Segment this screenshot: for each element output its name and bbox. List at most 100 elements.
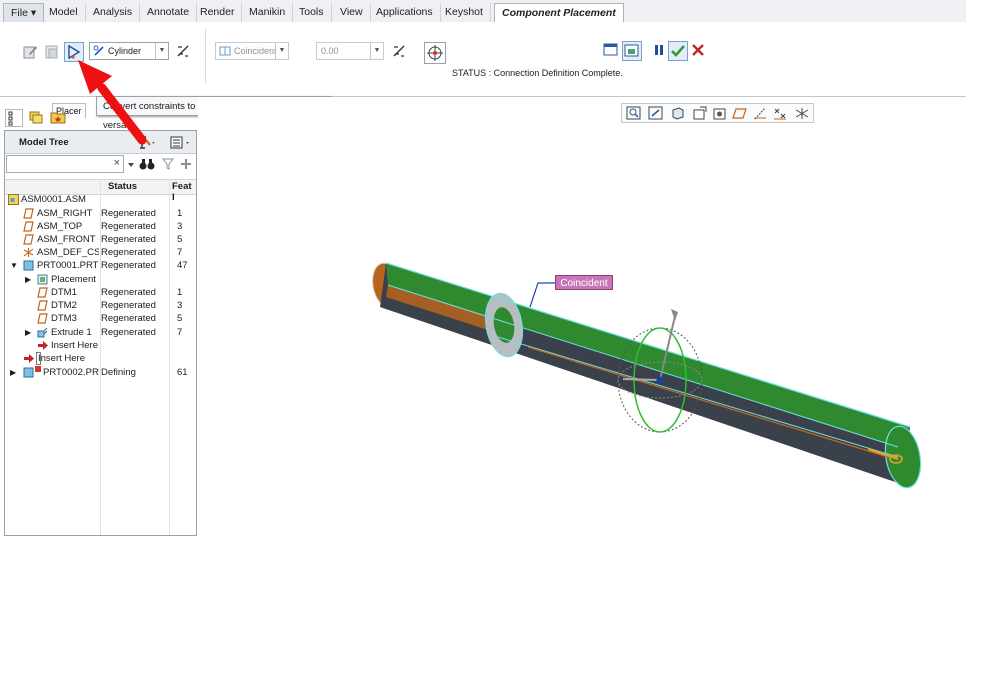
shaft-edge-mid — [387, 284, 899, 448]
pause-icon — [655, 45, 663, 55]
tree-row-asm0001[interactable]: ASM0001.ASM — [5, 193, 196, 206]
navigator-panel: Model Tree × Status Feat I ASM0001.ASM A… — [4, 108, 198, 536]
cancel-button[interactable] — [689, 41, 709, 61]
expand-right-icon[interactable]: ▶ — [25, 273, 31, 286]
tree-item-label: Insert Here — [51, 340, 98, 351]
tree-item-feat: 5 — [177, 313, 183, 324]
coordinate-system-icon — [23, 248, 34, 257]
connection-type-select[interactable]: Cylinder ▼ — [89, 42, 169, 60]
tree-row-prt0001[interactable]: ▼ PRT0001.PRT Regenerated 47 — [5, 259, 196, 272]
tree-item-label: Insert Here — [36, 352, 85, 365]
menu-applications[interactable]: Applications — [369, 3, 441, 22]
menu-analysis[interactable]: Analysis — [86, 3, 141, 22]
offset-value: 0.00 — [321, 46, 339, 56]
coincident-constraint-label[interactable]: Coincident — [555, 275, 613, 290]
tab-component-placement[interactable]: Component Placement — [494, 3, 624, 23]
offset-value-select[interactable]: 0.00 ▼ — [316, 42, 384, 60]
menu-model[interactable]: Model — [42, 3, 86, 22]
expand-right-icon[interactable]: ▶ — [25, 326, 31, 339]
menu-annotate[interactable]: Annotate — [140, 3, 198, 22]
datum-plane-icon — [23, 208, 34, 219]
model-tree-tab[interactable] — [5, 109, 23, 127]
graphics-window[interactable]: Coincident — [198, 97, 966, 536]
menu-tools[interactable]: Tools — [292, 3, 332, 22]
show-menu-icon[interactable] — [169, 135, 193, 150]
find-binoculars-icon[interactable] — [139, 157, 155, 171]
tree-row-dtm1[interactable]: DTM1 Regenerated 1 — [5, 286, 196, 299]
model-tree: Model Tree × Status Feat I ASM0001.ASM A… — [4, 130, 197, 536]
assembly-window-button[interactable] — [622, 41, 642, 61]
tree-row-insert-here-asm[interactable]: Insert Here — [5, 352, 196, 365]
tree-row-asm-right[interactable]: ASM_RIGHT Regenerated 1 — [5, 207, 196, 220]
insert-arrow-icon — [38, 341, 48, 350]
model-tree-title: Model Tree — [19, 137, 69, 148]
flip-connection-button[interactable] — [174, 42, 194, 62]
tree-item-label: ASM0001.ASM — [21, 194, 86, 205]
expand-down-icon[interactable]: ▼ — [10, 259, 18, 272]
filter-icon[interactable] — [162, 158, 174, 170]
datum-plane-icon — [37, 313, 48, 324]
assembly-window-icon — [624, 44, 639, 57]
predefined-set-button[interactable] — [42, 42, 62, 62]
confirm-button[interactable] — [668, 41, 688, 61]
model-viewport[interactable] — [198, 97, 966, 536]
tree-item-label: Placement — [51, 274, 96, 285]
tree-item-status: Regenerated — [101, 300, 156, 311]
tree-row-asm-top[interactable]: ASM_TOP Regenerated 3 — [5, 220, 196, 233]
extrude-icon — [37, 327, 48, 338]
add-column-icon[interactable] — [180, 158, 192, 170]
part-icon — [23, 367, 34, 378]
status-text: STATUS : Connection Definition Complete. — [452, 68, 623, 78]
creo-window: File ▾ Model Analysis Annotate Render Ma… — [0, 0, 966, 536]
menu-keyshot[interactable]: Keyshot — [438, 3, 491, 22]
tree-row-prt0002[interactable]: ▶ PRT0002.PRT Defining 61 — [5, 366, 196, 379]
convert-constraints-button[interactable] — [64, 42, 84, 62]
constraint-type-select[interactable]: Coincident ▼ — [215, 42, 289, 60]
model-tree-header: Model Tree — [5, 131, 196, 154]
datum-plane-icon — [23, 221, 34, 232]
tree-item-status: Regenerated — [101, 221, 156, 232]
search-options-chevron-icon[interactable] — [127, 161, 135, 169]
tree-item-label: PRT0002.PRT — [43, 367, 99, 378]
favorites-tab[interactable] — [50, 109, 68, 127]
convert-constraints-icon — [68, 45, 81, 59]
tree-item-status: Regenerated — [101, 234, 156, 245]
checkmark-icon — [671, 45, 685, 57]
dragger-center[interactable] — [656, 376, 664, 384]
tree-item-label: PRT0001.PRT — [37, 260, 99, 271]
pause-button[interactable] — [650, 41, 670, 61]
tree-row-placement[interactable]: ▶ Placement — [5, 273, 196, 286]
file-menu[interactable]: File ▾ — [3, 3, 45, 22]
tree-row-dtm3[interactable]: DTM3 Regenerated 5 — [5, 312, 196, 325]
flip-offset-button[interactable] — [390, 42, 410, 62]
clear-search-icon[interactable]: × — [114, 157, 120, 169]
layer-tree-tab[interactable] — [28, 109, 46, 127]
status-column-header[interactable]: Status — [108, 181, 137, 192]
tree-search-input[interactable]: × — [6, 155, 124, 173]
tree-row-dtm2[interactable]: DTM2 Regenerated 3 — [5, 299, 196, 312]
menu-view[interactable]: View — [333, 3, 371, 22]
coincident-icon — [219, 46, 231, 56]
tree-item-feat: 3 — [177, 300, 183, 311]
chevron-down-icon: ▼ — [155, 43, 168, 59]
insert-arrow-icon — [24, 354, 34, 363]
tree-row-extrude1[interactable]: ▶ Extrude 1 Regenerated 7 — [5, 326, 196, 339]
dragger-arrow-head — [671, 309, 678, 321]
folder-star-icon — [50, 112, 66, 124]
menu-manikin[interactable]: Manikin — [242, 3, 294, 22]
tree-row-asm-front[interactable]: ASM_FRONT Regenerated 5 — [5, 233, 196, 246]
user-defined-set-button[interactable] — [20, 42, 40, 62]
menu-render[interactable]: Render — [193, 3, 243, 22]
move-component-button[interactable] — [424, 42, 446, 64]
separate-window-button[interactable] — [602, 41, 622, 61]
datum-plane-icon — [23, 234, 34, 245]
tree-row-asm-def-csys[interactable]: ASM_DEF_CSYS Regenerated 7 — [5, 246, 196, 259]
expand-right-icon[interactable]: ▶ — [10, 366, 16, 379]
dragger-axis-left[interactable] — [622, 378, 661, 381]
tree-row-insert-here-part[interactable]: Insert Here — [5, 339, 196, 352]
defining-flag-icon — [35, 366, 41, 372]
shaft-edge-axis — [497, 336, 899, 458]
tree-settings-icon[interactable] — [137, 135, 155, 150]
tree-item-label: ASM_FRONT — [37, 234, 96, 245]
menu-bar: File ▾ Model Analysis Annotate Render Ma… — [0, 0, 966, 23]
